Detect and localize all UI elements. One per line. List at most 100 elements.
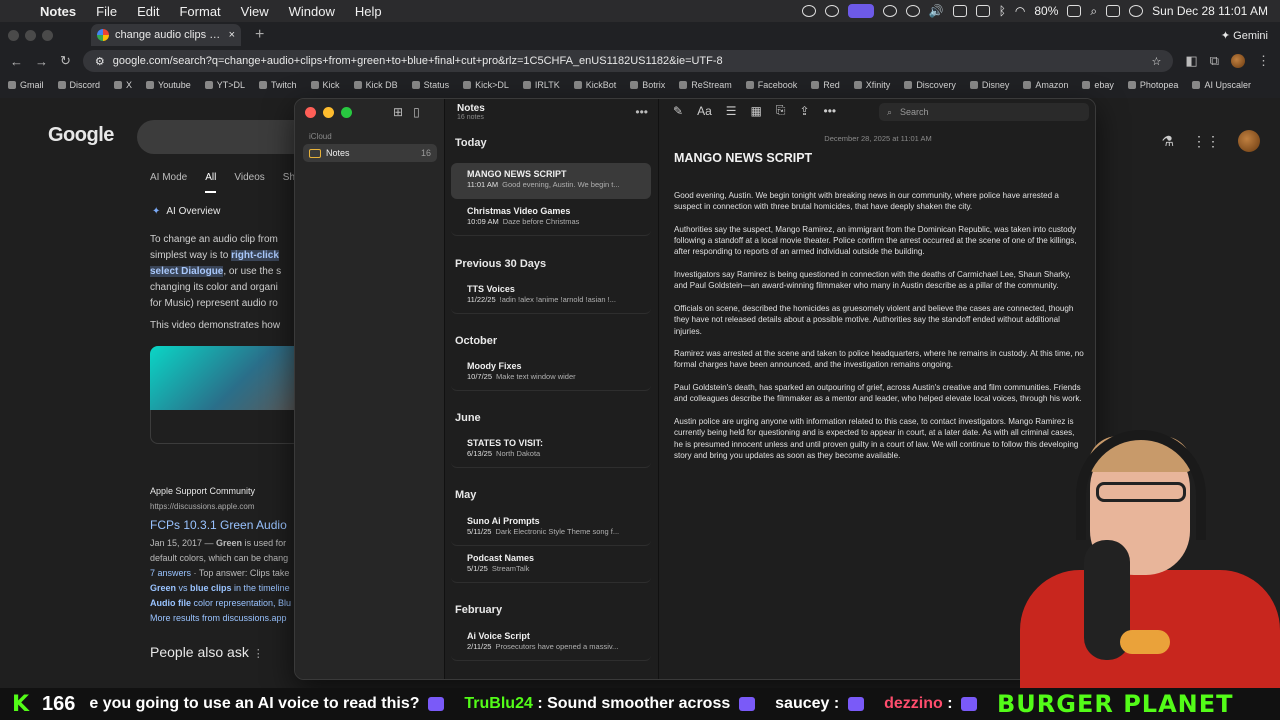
result-title[interactable]: FCPs 10.3.1 Green Audio <box>150 514 300 536</box>
menu-format[interactable]: Format <box>169 4 230 19</box>
note-item[interactable]: TTS Voices 11/22/25 !adin !alex !anime !a… <box>451 278 651 314</box>
bookmark-item[interactable]: YT>DL <box>204 80 245 90</box>
checklist-icon[interactable]: ☰ <box>726 104 737 118</box>
bookmark-item[interactable]: Botrix <box>630 80 665 90</box>
forward-icon[interactable]: → <box>35 54 48 69</box>
bookmark-item[interactable]: Discord <box>57 80 100 90</box>
bookmark-item[interactable]: ReStream <box>679 80 732 90</box>
status-grid-icon[interactable] <box>882 5 897 17</box>
menu-clock[interactable]: Sun Dec 28 11:01 AM <box>1152 4 1268 18</box>
profile-avatar[interactable] <box>1231 54 1245 68</box>
menu-view[interactable]: View <box>231 4 279 19</box>
tab-ai-mode[interactable]: AI Mode <box>150 172 187 193</box>
bookmark-item[interactable]: Photopea <box>1127 80 1178 90</box>
apps-grid-icon[interactable]: ⋮⋮ <box>1192 133 1220 150</box>
play-icon[interactable] <box>905 5 920 17</box>
note-paragraph[interactable]: Good evening, Austin. We begin tonight w… <box>674 190 1084 213</box>
close-button[interactable] <box>305 107 316 118</box>
note-item[interactable]: MANGO NEWS SCRIPT 11:01 AM Good evening, … <box>451 163 651 199</box>
bookmark-item[interactable]: Status <box>411 80 449 90</box>
list-more-icon[interactable]: ••• <box>635 105 648 119</box>
google-search-input[interactable] <box>137 120 297 154</box>
site-info-icon[interactable]: ⚙ <box>95 55 105 68</box>
screen-icon[interactable] <box>975 5 990 17</box>
display-icon[interactable] <box>952 5 967 17</box>
battery-icon[interactable] <box>1067 5 1082 17</box>
note-item[interactable]: Christmas Video Games 10:09 AM Daze befor… <box>451 200 651 236</box>
more-options-icon[interactable]: ••• <box>824 104 837 118</box>
attachment-icon[interactable]: ⎘ <box>776 103 786 118</box>
menu-file[interactable]: File <box>86 4 127 19</box>
note-item[interactable]: Podcast Names 5/1/25 StreamTalk <box>451 547 651 583</box>
spotlight-search-icon[interactable]: ⌕ <box>1090 4 1097 19</box>
table-icon[interactable]: ▦ <box>751 104 762 118</box>
menu-edit[interactable]: Edit <box>127 4 169 19</box>
bookmark-item[interactable]: Kick <box>310 80 340 90</box>
bookmark-item[interactable]: Amazon <box>1023 80 1068 90</box>
note-paragraph[interactable]: Investigators say Ramirez is being quest… <box>674 269 1084 292</box>
browser-menu-icon[interactable]: ⋮ <box>1257 53 1270 69</box>
bookmark-item[interactable]: Gmail <box>8 80 44 90</box>
window-min-dot[interactable] <box>25 29 36 41</box>
bookmark-item[interactable]: Youtube <box>146 80 191 90</box>
share-icon[interactable]: ⇪ <box>799 104 809 118</box>
note-item[interactable]: Ai Voice Script 2/11/25 Prosecutors have … <box>451 625 651 661</box>
tab-videos[interactable]: Videos <box>234 172 264 193</box>
siri-icon[interactable] <box>1129 5 1144 17</box>
screen-share-icon[interactable] <box>847 4 874 18</box>
window-max-dot[interactable] <box>42 29 53 41</box>
gemini-button[interactable]: ✦ Gemini <box>1221 29 1268 42</box>
new-folder-icon[interactable]: ⊞ <box>393 105 403 119</box>
video-thumbnail[interactable] <box>150 346 295 410</box>
menu-app-notes[interactable]: Notes <box>30 4 86 19</box>
more-results-link[interactable]: More results from discussions.app <box>150 611 300 626</box>
bookmark-item[interactable]: Kick>DL <box>463 80 509 90</box>
paa-more-icon[interactable]: ⋮ <box>253 648 264 660</box>
bookmark-item[interactable]: IRLTK <box>522 80 560 90</box>
extension-icon[interactable]: ◧ <box>1185 53 1197 69</box>
sidebar-toggle-icon[interactable]: ▯ <box>413 105 420 119</box>
bookmark-item[interactable]: Xfinity <box>853 80 890 90</box>
video-card-footer[interactable] <box>150 410 295 444</box>
status-sync-icon[interactable] <box>824 5 839 17</box>
format-text-icon[interactable]: Aa <box>697 104 712 118</box>
new-tab-button[interactable]: + <box>255 26 264 44</box>
note-heading[interactable]: MANGO NEWS SCRIPT <box>674 151 812 165</box>
result-answers-link[interactable]: 7 answers <box>150 568 191 578</box>
bookmark-item[interactable]: KickBot <box>573 80 616 90</box>
bookmark-star-icon[interactable]: ☆ <box>1152 55 1162 68</box>
zoom-button[interactable] <box>341 107 352 118</box>
reload-icon[interactable]: ↻ <box>60 53 71 69</box>
notes-search-input[interactable]: ⌕ Search <box>879 103 1089 121</box>
note-item[interactable]: Moody Fixes 10/7/25 Make text window wide… <box>451 355 651 391</box>
address-bar[interactable]: ⚙ google.com/search?q=change+audio+clips… <box>82 50 1174 72</box>
bookmark-item[interactable]: Discovery <box>904 80 956 90</box>
extensions-puzzle-icon[interactable]: ⧉ <box>1210 53 1219 69</box>
bookmark-item[interactable]: AI Upscaler <box>1192 80 1251 90</box>
minimize-button[interactable] <box>323 107 334 118</box>
google-logo[interactable]: Google <box>48 124 114 147</box>
compose-icon[interactable]: ✎ <box>673 104 683 118</box>
wifi-icon[interactable]: ◠ <box>1015 4 1025 18</box>
bookmark-item[interactable]: Facebook <box>745 80 797 90</box>
status-circle-icon[interactable] <box>801 5 816 17</box>
labs-flask-icon[interactable]: ⚗ <box>1161 133 1174 150</box>
note-paragraph[interactable]: Ramirez was arrested at the scene and ta… <box>674 348 1084 371</box>
back-icon[interactable]: ← <box>10 54 23 69</box>
bookmark-item[interactable]: Kick DB <box>353 80 398 90</box>
note-item[interactable]: STATES TO VISIT: 6/13/25 North Dakota <box>451 432 651 468</box>
account-avatar[interactable] <box>1238 130 1260 152</box>
window-close-dot[interactable] <box>8 29 19 41</box>
tab-all[interactable]: All <box>205 172 217 193</box>
bookmark-item[interactable]: ebay <box>1082 80 1114 90</box>
bookmark-item[interactable]: X <box>114 80 132 90</box>
sidebar-folder-notes[interactable]: Notes 16 <box>303 144 437 162</box>
browser-tab[interactable]: change audio clips from gree × <box>91 24 241 46</box>
note-item[interactable]: Suno Ai Prompts 5/11/25 Dark Electronic S… <box>451 510 651 546</box>
volume-icon[interactable]: 🔊 <box>929 4 944 18</box>
result-site-name[interactable]: Apple Support Community <box>150 484 300 499</box>
note-paragraph[interactable]: Officials on scene, described the homici… <box>674 303 1084 337</box>
note-paragraph[interactable]: Paul Goldstein's death, has sparked an o… <box>674 382 1084 405</box>
note-paragraph[interactable]: Authorities say the suspect, Mango Ramir… <box>674 224 1084 258</box>
control-center-icon[interactable] <box>1106 5 1121 17</box>
